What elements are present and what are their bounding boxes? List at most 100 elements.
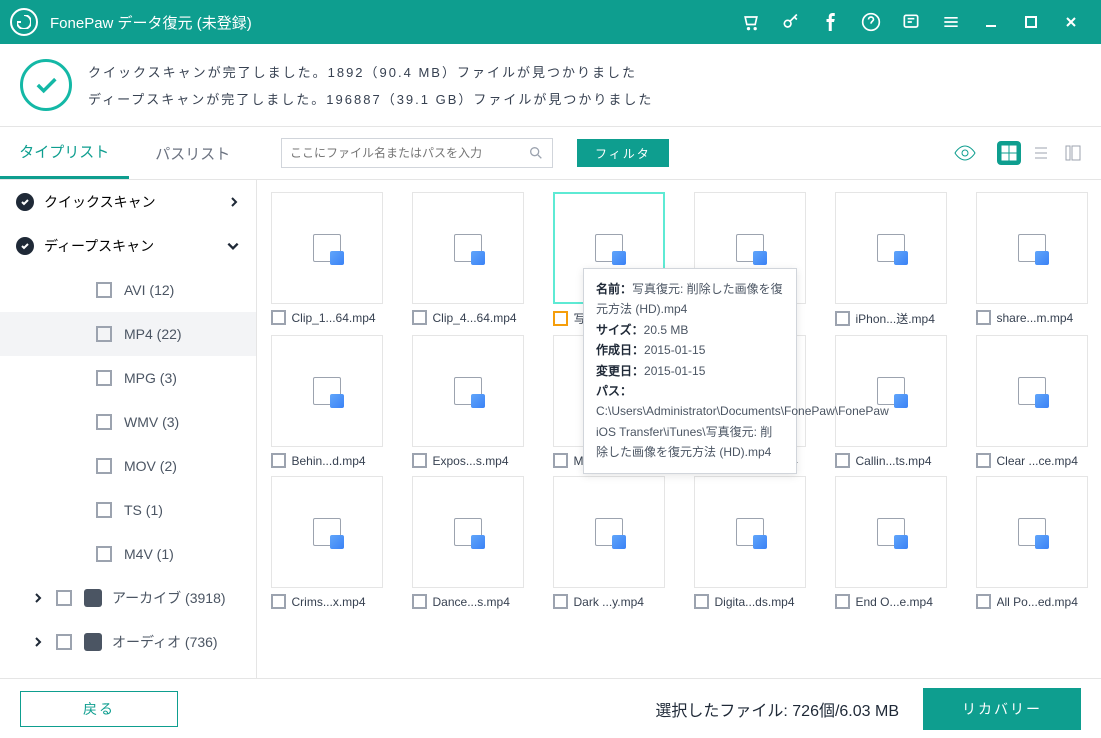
search-icon[interactable] (528, 145, 544, 161)
checkbox-icon[interactable] (96, 370, 112, 386)
file-thumbnail[interactable] (412, 192, 524, 304)
file-item[interactable]: Behin...d.mp4 (263, 335, 390, 468)
close-icon[interactable] (1051, 2, 1091, 42)
checkbox-icon[interactable] (56, 634, 72, 650)
file-item[interactable]: Clear ...ce.mp4 (968, 335, 1095, 468)
sidebar-type-item[interactable]: M4V (1) (0, 532, 256, 576)
file-thumbnail[interactable] (976, 476, 1088, 588)
recover-button[interactable]: リカバリー (923, 688, 1081, 730)
sidebar-category-item[interactable]: オーディオ (736) (0, 620, 256, 664)
checkbox-icon[interactable] (835, 311, 850, 326)
sidebar-type-item[interactable]: MPG (3) (0, 356, 256, 400)
file-name: End O...e.mp4 (856, 595, 947, 609)
search-box[interactable] (281, 138, 553, 168)
checkbox-icon[interactable] (271, 594, 286, 609)
type-label: MPG (3) (124, 370, 177, 386)
key-icon[interactable] (771, 2, 811, 42)
feedback-icon[interactable] (891, 2, 931, 42)
tab-path-list[interactable]: パスリスト (129, 127, 258, 179)
checkbox-icon[interactable] (835, 594, 850, 609)
file-item[interactable]: End O...e.mp4 (827, 476, 954, 609)
search-input[interactable] (290, 146, 528, 160)
checkbox-icon[interactable] (96, 282, 112, 298)
toolbar: タイプリスト パスリスト フィルタ (0, 126, 1101, 180)
file-thumbnail[interactable] (835, 192, 947, 304)
checkbox-icon[interactable] (412, 594, 427, 609)
checkbox-icon[interactable] (553, 594, 568, 609)
view-detail-icon[interactable] (1061, 141, 1085, 165)
file-thumbnail[interactable] (835, 476, 947, 588)
sidebar-category-item[interactable]: アーカイブ (3918) (0, 576, 256, 620)
file-item[interactable]: Clip_4...64.mp4 (404, 192, 531, 327)
file-thumbnail[interactable] (976, 192, 1088, 304)
chevron-right-icon (32, 592, 44, 604)
checkbox-icon[interactable] (271, 310, 286, 325)
file-item[interactable]: Digita...ds.mp4 (686, 476, 813, 609)
checkbox-icon[interactable] (976, 310, 991, 325)
facebook-icon[interactable] (811, 2, 851, 42)
file-thumbnail[interactable] (694, 476, 806, 588)
file-item[interactable]: Expos...s.mp4 (404, 335, 531, 468)
file-name: share...m.mp4 (997, 311, 1088, 325)
checkbox-icon[interactable] (271, 453, 286, 468)
file-item[interactable]: share...m.mp4 (968, 192, 1095, 327)
filter-button[interactable]: フィルタ (577, 139, 669, 167)
checkbox-icon[interactable] (976, 594, 991, 609)
tree-label: ディープスキャン (44, 236, 154, 256)
footer: 戻る 選択したファイル: 726個/6.03 MB リカバリー (0, 678, 1101, 738)
check-circle-icon (20, 59, 72, 111)
sidebar-type-item[interactable]: MP4 (22) (0, 312, 256, 356)
tab-type-list[interactable]: タイプリスト (0, 127, 129, 179)
checkbox-icon[interactable] (96, 502, 112, 518)
help-icon[interactable] (851, 2, 891, 42)
file-name: Digita...ds.mp4 (715, 595, 806, 609)
minimize-icon[interactable] (971, 2, 1011, 42)
tree-quick-scan[interactable]: クイックスキャン (0, 180, 256, 224)
sidebar-type-item[interactable]: AVI (12) (0, 268, 256, 312)
file-item[interactable]: Dance...s.mp4 (404, 476, 531, 609)
sidebar-type-item[interactable]: MOV (2) (0, 444, 256, 488)
type-label: MP4 (22) (124, 326, 182, 342)
menu-icon[interactable] (931, 2, 971, 42)
file-item[interactable]: Dark ...y.mp4 (545, 476, 672, 609)
checkbox-icon[interactable] (694, 594, 709, 609)
checkbox-icon[interactable] (96, 414, 112, 430)
checkbox-icon[interactable] (56, 590, 72, 606)
preview-toggle-icon[interactable] (953, 141, 977, 165)
file-thumbnail[interactable] (835, 335, 947, 447)
type-label: TS (1) (124, 502, 163, 518)
maximize-icon[interactable] (1011, 2, 1051, 42)
file-item[interactable]: All Po...ed.mp4 (968, 476, 1095, 609)
checkbox-icon[interactable] (553, 311, 568, 326)
scan-summary-quick: クイックスキャンが完了しました。1892（90.4 MB）ファイルが見つかりまし… (88, 62, 653, 81)
cart-icon[interactable] (731, 2, 771, 42)
back-button[interactable]: 戻る (20, 691, 178, 727)
file-thumbnail[interactable] (976, 335, 1088, 447)
checkbox-icon[interactable] (96, 326, 112, 342)
sidebar-type-item[interactable]: TS (1) (0, 488, 256, 532)
file-thumbnail[interactable] (271, 335, 383, 447)
checkbox-icon[interactable] (412, 453, 427, 468)
file-thumbnail[interactable] (553, 476, 665, 588)
checkbox-icon[interactable] (412, 310, 427, 325)
file-item[interactable]: Callin...ts.mp4 (827, 335, 954, 468)
view-grid-icon[interactable] (997, 141, 1021, 165)
checkbox-icon[interactable] (96, 546, 112, 562)
file-item[interactable]: Crims...x.mp4 (263, 476, 390, 609)
file-item[interactable]: iPhon...送.mp4 (827, 192, 954, 327)
video-file-icon (877, 234, 905, 262)
checkbox-icon[interactable] (835, 453, 850, 468)
chevron-down-icon (226, 239, 240, 253)
file-thumbnail[interactable] (412, 335, 524, 447)
tree-deep-scan[interactable]: ディープスキャン (0, 224, 256, 268)
checkbox-icon[interactable] (553, 453, 568, 468)
file-grid-container: Clip_1...64.mp4Clip_4...64.mp4写真復iPhon..… (257, 180, 1101, 678)
file-item[interactable]: Clip_1...64.mp4 (263, 192, 390, 327)
sidebar-type-item[interactable]: WMV (3) (0, 400, 256, 444)
checkbox-icon[interactable] (976, 453, 991, 468)
file-thumbnail[interactable] (271, 476, 383, 588)
file-thumbnail[interactable] (412, 476, 524, 588)
file-thumbnail[interactable] (271, 192, 383, 304)
view-list-icon[interactable] (1029, 141, 1053, 165)
checkbox-icon[interactable] (96, 458, 112, 474)
